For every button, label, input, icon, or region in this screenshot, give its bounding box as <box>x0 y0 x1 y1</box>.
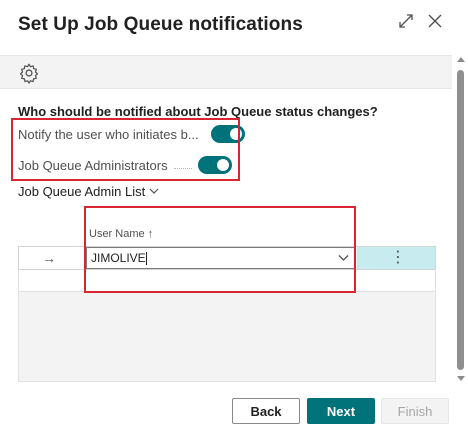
scroll-up-arrow[interactable] <box>457 57 465 62</box>
admin-list-label: Job Queue Admin List <box>18 184 146 199</box>
next-button[interactable]: Next <box>307 398 375 424</box>
highlight-box-options <box>11 118 240 181</box>
row-indicator-arrow-icon: → <box>42 250 56 266</box>
highlight-box-user-name <box>84 206 356 293</box>
chevron-down-icon <box>149 188 159 194</box>
scrollbar-thumb[interactable] <box>457 70 464 370</box>
expand-button[interactable] <box>395 10 417 32</box>
notification-question: Who should be notified about Job Queue s… <box>18 104 378 119</box>
close-icon <box>428 14 442 28</box>
admin-list-header[interactable]: Job Queue Admin List <box>18 184 159 199</box>
close-button[interactable] <box>424 10 446 32</box>
gear-icon[interactable] <box>18 62 40 84</box>
back-button[interactable]: Back <box>232 398 300 424</box>
dialog-title: Set Up Job Queue notifications <box>18 14 303 35</box>
scroll-down-arrow[interactable] <box>457 376 465 381</box>
expand-icon <box>399 14 413 28</box>
finish-button[interactable]: Finish <box>381 398 449 424</box>
row-actions-menu-icon[interactable]: ⋮ <box>390 249 406 267</box>
toolbar <box>0 55 452 89</box>
